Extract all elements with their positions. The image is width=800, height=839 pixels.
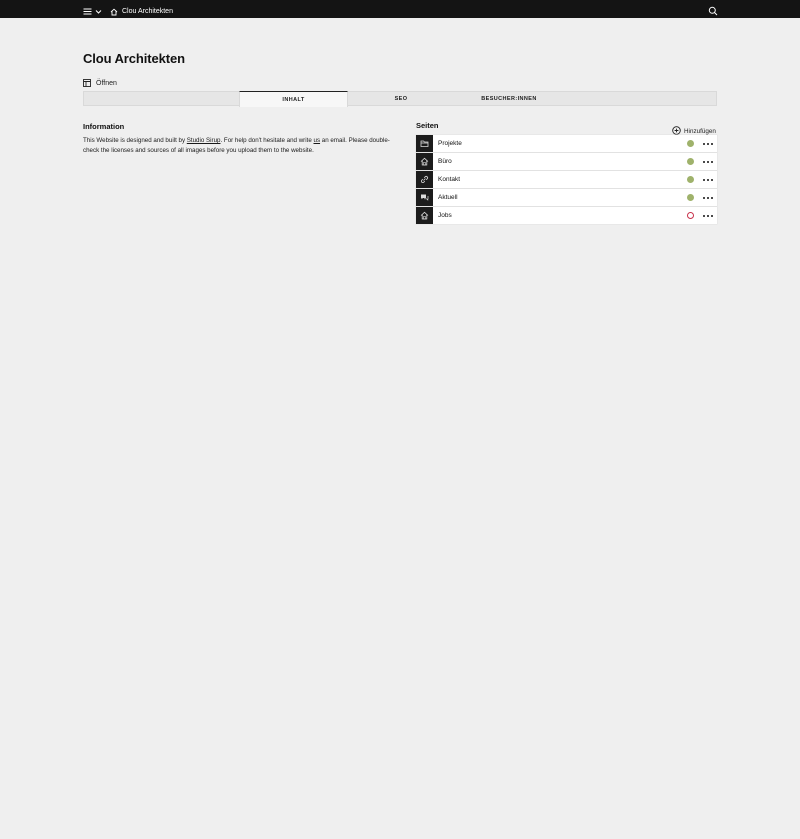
- information-heading: Information: [83, 122, 125, 131]
- page-title-kontakt: Kontakt: [438, 176, 461, 183]
- tab-label: BESUCHER:INNEN: [481, 96, 537, 102]
- page-title-buero: Büro: [438, 158, 452, 165]
- tab-seo[interactable]: SEO: [348, 92, 454, 106]
- info-text-part: This Website is designed and built by: [83, 137, 187, 144]
- link-icon: [416, 171, 433, 188]
- list-item[interactable]: Jobs: [416, 207, 717, 224]
- information-text: This Website is designed and built by St…: [83, 136, 393, 155]
- studio-sirup-link[interactable]: Studio Sirup: [187, 137, 221, 144]
- page-title-jobs: Jobs: [438, 212, 452, 219]
- chevron-down-icon: [95, 3, 102, 21]
- tab-besucher[interactable]: BESUCHER:INNEN: [454, 92, 564, 106]
- tab-label: SEO: [394, 96, 408, 102]
- top-bar: Clou Architekten: [0, 0, 800, 18]
- tab-empty[interactable]: [84, 92, 239, 106]
- preview-icon: [83, 74, 91, 92]
- status-listed-icon[interactable]: [687, 194, 694, 201]
- pages-list: Projekte Büro Kontakt Aktuell Jobs: [416, 135, 717, 225]
- open-button[interactable]: Öffnen: [83, 74, 117, 92]
- list-item[interactable]: Aktuell: [416, 189, 717, 206]
- site-link[interactable]: Clou Architekten: [110, 3, 173, 21]
- options-icon[interactable]: [703, 157, 713, 166]
- home-icon: [416, 207, 433, 224]
- menu-button[interactable]: [83, 3, 102, 21]
- tab-label: INHALT: [282, 96, 305, 103]
- status-listed-icon[interactable]: [687, 158, 694, 165]
- list-item[interactable]: Büro: [416, 153, 717, 170]
- status-listed-icon[interactable]: [687, 140, 694, 147]
- search-icon: [708, 3, 718, 20]
- list-item[interactable]: Kontakt: [416, 171, 717, 188]
- home-icon: [416, 153, 433, 170]
- home-icon: [110, 3, 118, 21]
- hamburger-icon: [83, 3, 92, 21]
- search-button[interactable]: [708, 3, 718, 21]
- add-label: Hinzufügen: [684, 127, 716, 135]
- info-text-part: . For help don't hesitate and write: [220, 137, 314, 144]
- folder-icon: [416, 135, 433, 152]
- page-title-projekte: Projekte: [438, 140, 462, 147]
- options-icon[interactable]: [703, 211, 713, 220]
- page-title: Clou Architekten: [83, 51, 185, 66]
- status-draft-icon[interactable]: [687, 212, 694, 219]
- page-title-aktuell: Aktuell: [438, 194, 458, 201]
- options-icon[interactable]: [703, 139, 713, 148]
- list-item[interactable]: Projekte: [416, 135, 717, 152]
- options-icon[interactable]: [703, 193, 713, 202]
- tab-bar: INHALT SEO BESUCHER:INNEN: [83, 91, 717, 107]
- pages-heading: Seiten: [416, 121, 439, 130]
- status-listed-icon[interactable]: [687, 176, 694, 183]
- open-label: Öffnen: [96, 79, 117, 87]
- tab-inhalt[interactable]: INHALT: [239, 91, 348, 107]
- options-icon[interactable]: [703, 175, 713, 184]
- site-label: Clou Architekten: [122, 8, 173, 15]
- chat-icon: [416, 189, 433, 206]
